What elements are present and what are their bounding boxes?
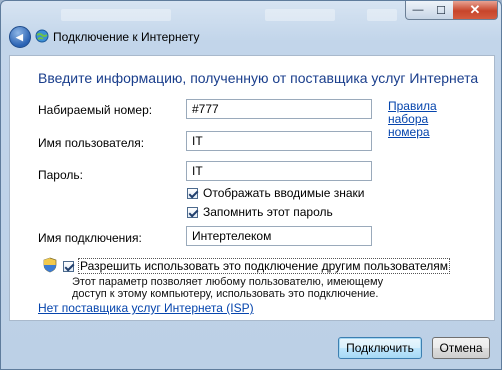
remember-password-label: Запомнить этот пароль [203, 205, 333, 219]
password-input[interactable]: IT [186, 161, 372, 181]
dial-rules-link[interactable]: Правила набора номера [388, 100, 468, 139]
show-characters-label: Отображать вводимые знаки [203, 186, 365, 200]
minimize-icon: — [412, 4, 424, 16]
page-heading: Введите информацию, полученную от постав… [38, 70, 479, 86]
window-title: Подключение к Интернету [53, 30, 200, 44]
connection-name-input[interactable]: Интертелеком [186, 226, 372, 246]
connect-button[interactable]: Подключить [338, 337, 422, 359]
password-label: Пароль: [38, 168, 83, 182]
back-button[interactable]: ◀ [9, 26, 31, 48]
maximize-button[interactable]: ☐ [429, 1, 454, 20]
username-label: Имя пользователя: [38, 136, 145, 150]
dial-number-input[interactable]: #777 [186, 99, 372, 119]
allow-others-description: Этот параметр позволяет любому пользоват… [72, 276, 384, 300]
checkmark-icon [187, 187, 198, 199]
back-arrow-icon: ◀ [16, 31, 23, 42]
allow-others-checkbox[interactable]: Разрешить использовать это подключение д… [63, 258, 451, 274]
checkmark-icon [187, 206, 198, 218]
network-globe-icon [35, 29, 49, 43]
connect-button-label: Подключить [346, 341, 414, 355]
close-button[interactable]: ✕ [453, 1, 498, 20]
close-icon: ✕ [469, 2, 481, 17]
content-panel: Введите информацию, полученную от постав… [9, 55, 495, 321]
connection-name-label: Имя подключения: [38, 231, 142, 245]
cancel-button[interactable]: Отмена [432, 337, 490, 359]
uac-shield-icon [43, 257, 57, 273]
no-isp-link[interactable]: Нет поставщика услуг Интернета (ISP) [38, 301, 254, 315]
remember-password-checkbox[interactable]: Запомнить этот пароль [187, 205, 333, 219]
dial-number-label: Набираемый номер: [38, 103, 153, 117]
checkmark-icon [63, 260, 74, 272]
background-decoration [61, 9, 171, 21]
show-characters-checkbox[interactable]: Отображать вводимые знаки [187, 186, 364, 200]
username-input[interactable]: IT [186, 131, 372, 151]
cancel-button-label: Отмена [439, 341, 483, 355]
allow-others-label: Разрешить использовать это подключение д… [77, 258, 451, 274]
background-decoration [367, 9, 397, 21]
background-decoration [265, 9, 335, 21]
dialog-window: — ☐ ✕ ◀ Подключение к Интернету Введите … [0, 0, 502, 370]
minimize-button[interactable]: — [405, 1, 431, 20]
maximize-icon: ☐ [436, 4, 446, 17]
